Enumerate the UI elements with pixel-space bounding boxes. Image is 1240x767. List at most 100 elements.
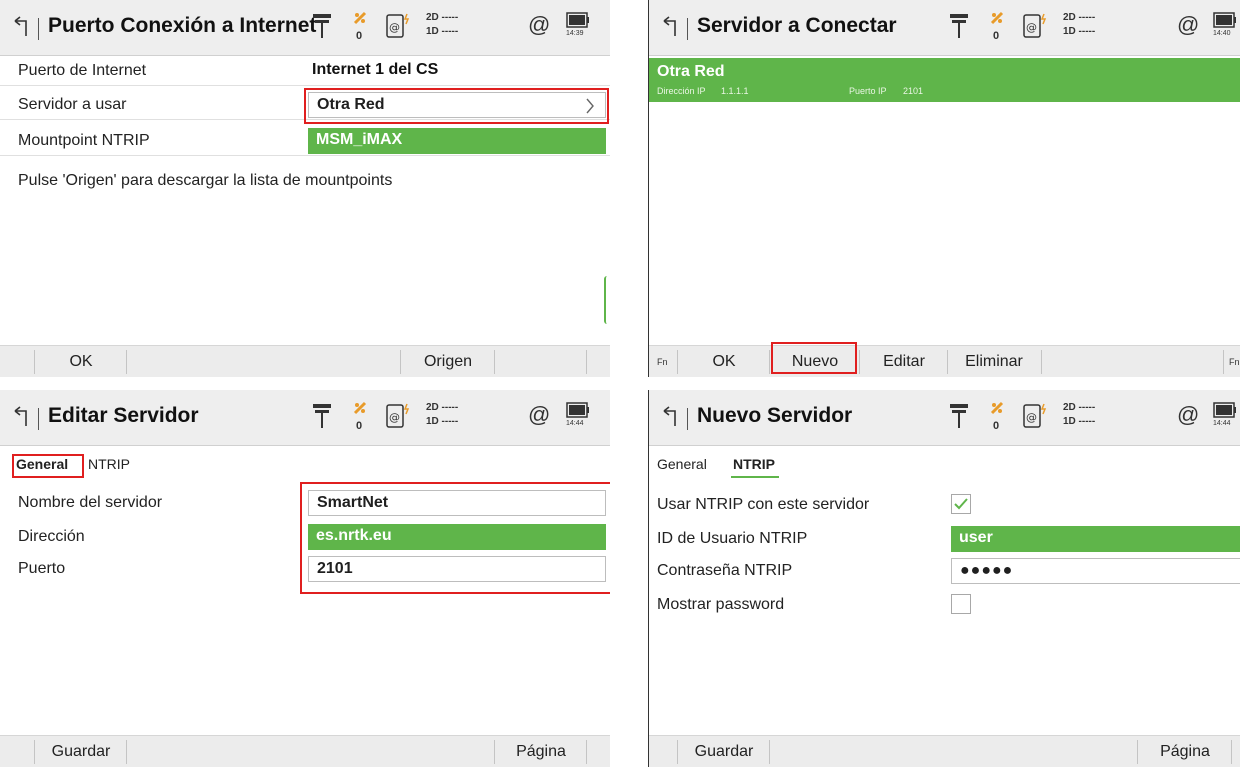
row-mostrar-password[interactable]: Mostrar password <box>649 592 1240 620</box>
at-symbol-icon: @ <box>1177 12 1200 37</box>
info-text: Pulse 'Origen' para descargar la lista d… <box>18 172 393 189</box>
row-label: Servidor a usar <box>18 96 127 113</box>
divider <box>859 350 860 374</box>
title-separator <box>687 18 688 40</box>
antenna-icon <box>949 402 969 430</box>
editar-button[interactable]: Editar <box>861 346 947 377</box>
clock-time: 14:44 <box>566 420 584 427</box>
highlight-box <box>304 88 609 124</box>
scroll-indicator <box>604 276 610 324</box>
internet-device-icon: @ <box>1023 12 1049 40</box>
active-tab-underline <box>731 476 779 478</box>
divider <box>677 740 678 764</box>
divider <box>586 350 587 374</box>
row-label: Mostrar password <box>657 596 785 613</box>
position-quality-2d: 2D ----- <box>426 402 459 413</box>
divider <box>494 740 495 764</box>
tab-ntrip[interactable]: NTRIP <box>88 456 130 472</box>
ip-value: 1.1.1.1 <box>721 86 749 96</box>
position-quality-1d: 1D ----- <box>1063 26 1096 37</box>
password-input[interactable]: ●●●●● <box>951 558 1240 584</box>
svg-text:@: @ <box>389 21 400 34</box>
title-bar: Puerto Conexión a Internet 0 @ 2D ----- … <box>0 0 610 56</box>
row-usar-ntrip[interactable]: Usar NTRIP con este servidor <box>649 492 1240 520</box>
satellite-count: 0 <box>993 30 1000 42</box>
page-title: Editar Servidor <box>48 404 199 427</box>
satellite-count: 0 <box>356 30 363 42</box>
bottom-bar: Fn OK Nuevo Editar Eliminar Fn <box>649 345 1240 377</box>
row-mountpoint[interactable]: Mountpoint NTRIP MSM_iMAX <box>0 128 610 156</box>
row-label: ID de Usuario NTRIP <box>657 530 808 547</box>
usar-ntrip-checkbox[interactable] <box>951 494 971 514</box>
battery-icon <box>1213 402 1237 418</box>
position-quality-2d: 2D ----- <box>1063 12 1096 23</box>
tab-general[interactable]: General <box>657 456 707 472</box>
eliminar-button[interactable]: Eliminar <box>949 346 1039 377</box>
position-quality-1d: 1D ----- <box>426 416 459 427</box>
highlight-box <box>771 342 857 374</box>
ok-button[interactable]: OK <box>36 346 126 377</box>
row-label: Dirección <box>18 528 85 545</box>
port-value: 2101 <box>903 86 924 96</box>
tab-ntrip[interactable]: NTRIP <box>733 456 775 472</box>
clock-time: 14:39 <box>566 30 584 37</box>
row-label: Mountpoint NTRIP <box>18 132 150 149</box>
ip-label: Dirección IP <box>657 86 706 96</box>
row-label: Contraseña NTRIP <box>657 562 793 579</box>
divider <box>769 740 770 764</box>
divider <box>34 350 35 374</box>
pagina-button[interactable]: Página <box>496 736 586 767</box>
mostrar-password-checkbox[interactable] <box>951 594 971 614</box>
row-puerto-internet[interactable]: Puerto de Internet Internet 1 del CS <box>0 58 610 86</box>
battery-icon <box>566 12 590 28</box>
divider <box>586 740 587 764</box>
row-value: Internet 1 del CS <box>312 61 439 78</box>
title-bar: Nuevo Servidor 0 @ 2D ----- 1D ----- @ 1… <box>649 390 1240 446</box>
clock-time: 14:44 <box>1213 420 1231 427</box>
back-arrow-icon[interactable] <box>12 16 30 38</box>
page-title: Servidor a Conectar <box>697 14 897 37</box>
port-label: Puerto IP <box>849 86 887 96</box>
position-quality-2d: 2D ----- <box>426 12 459 23</box>
divider <box>1231 740 1232 764</box>
server-name: Otra Red <box>657 63 725 80</box>
fn-key-right[interactable]: Fn <box>1229 357 1240 367</box>
row-id-usuario[interactable]: ID de Usuario NTRIP user <box>649 526 1240 554</box>
internet-device-icon: @ <box>386 402 412 430</box>
mountpoint-field[interactable]: MSM_iMAX <box>308 128 606 154</box>
guardar-button[interactable]: Guardar <box>36 736 126 767</box>
guardar-button[interactable]: Guardar <box>679 736 769 767</box>
origen-button[interactable]: Origen <box>402 346 494 377</box>
panel-puerto-conexion: Puerto Conexión a Internet 0 @ 2D ----- … <box>0 0 610 377</box>
server-list-item[interactable]: Otra Red Dirección IP 1.1.1.1 Puerto IP … <box>649 58 1240 102</box>
title-separator <box>687 408 688 430</box>
divider <box>769 350 770 374</box>
battery-icon <box>1213 12 1237 28</box>
divider <box>400 350 401 374</box>
row-contrasena[interactable]: Contraseña NTRIP ●●●●● <box>649 558 1240 586</box>
status-icons: 0 @ 2D ----- 1D ----- @ 14:44 <box>312 400 610 438</box>
bottom-bar: OK Origen <box>0 345 610 377</box>
user-id-input[interactable]: user <box>951 526 1240 552</box>
checkmark-icon <box>954 498 968 510</box>
panel-servidor-conectar: Servidor a Conectar 0 @ 2D ----- 1D ----… <box>648 0 1240 377</box>
row-label: Nombre del servidor <box>18 494 163 511</box>
pagina-button[interactable]: Página <box>1139 736 1231 767</box>
satellite-icon <box>989 10 1005 26</box>
svg-text:@: @ <box>1026 411 1037 424</box>
at-symbol-icon: @ <box>1177 402 1200 427</box>
internet-device-icon: @ <box>1023 402 1049 430</box>
title-separator <box>38 408 39 430</box>
at-symbol-icon: @ <box>528 402 551 427</box>
back-arrow-icon[interactable] <box>661 16 679 38</box>
internet-device-icon: @ <box>386 12 412 40</box>
back-arrow-icon[interactable] <box>661 406 679 428</box>
row-label: Usar NTRIP con este servidor <box>657 496 870 513</box>
bottom-bar: Guardar Página <box>0 735 610 767</box>
fn-key[interactable]: Fn <box>657 357 668 367</box>
ok-button[interactable]: OK <box>679 346 769 377</box>
panel-editar-servidor: Editar Servidor 0 @ 2D ----- 1D ----- @ … <box>0 390 610 767</box>
at-symbol-icon: @ <box>528 12 551 37</box>
back-arrow-icon[interactable] <box>12 406 30 428</box>
satellite-count: 0 <box>356 420 363 432</box>
